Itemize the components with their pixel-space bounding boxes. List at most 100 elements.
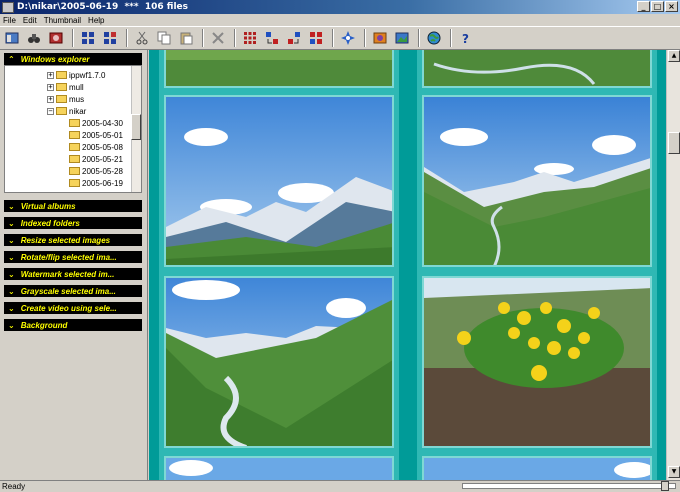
section-watermark[interactable]: ⌄ Watermark selected im... [4,268,142,280]
toolbar-separator [364,29,366,47]
maximize-button[interactable]: □ [651,1,664,12]
photo-button[interactable] [46,28,66,48]
menu-edit[interactable]: Edit [23,16,37,25]
scrollbar-thumb[interactable] [131,114,141,140]
mountain-river-image [166,278,392,446]
chevron-down-icon: ⌄ [8,303,15,313]
landscape-river-image [424,50,650,86]
chevron-down-icon: ⌄ [8,201,15,211]
window-controls: _ □ × [637,1,678,12]
tree-item[interactable]: + mus [47,94,84,104]
arrange-icon [310,32,322,44]
copy-button[interactable] [154,28,174,48]
folder-icon [56,83,67,91]
help-button[interactable]: ? [456,28,476,48]
toolbar-separator [418,29,420,47]
mountain-valley-image [166,97,392,265]
menu-file[interactable]: File [3,16,16,25]
tree-item[interactable]: + ippwf1.7.0 [47,70,105,80]
folder-icon [69,131,80,139]
tree-item[interactable]: + mull [47,82,84,92]
select-all-icon [244,32,256,44]
menu-bar: File Edit Thumbnail Help [0,14,680,26]
thumbnail[interactable] [422,50,652,88]
section-background[interactable]: ⌄ Background [4,319,142,331]
expand-icon[interactable]: + [47,83,54,91]
thumbnail[interactable] [422,456,652,480]
scrollbar-thumb[interactable] [668,132,680,154]
thumbnail[interactable] [164,50,394,88]
section-create-video[interactable]: ⌄ Create video using sele... [4,302,142,314]
gallery-scrollbar[interactable]: ▲ ▼ [666,50,680,480]
thumbnail[interactable] [164,276,394,448]
tree-item[interactable]: 2005-05-01 [69,130,123,140]
rotate-right-button[interactable] [284,28,304,48]
tree-item[interactable]: 2005-04-30 [69,118,123,128]
mountain-valley-image [424,97,650,265]
tree-item[interactable]: 2005-05-28 [69,166,123,176]
collapse-icon[interactable]: − [47,107,54,115]
expand-icon[interactable]: + [47,95,54,103]
chevron-up-icon: ⌃ [8,54,15,64]
open-folder-icon [56,107,67,115]
scroll-up-icon[interactable]: ▲ [668,50,680,62]
tree-scrollbar[interactable] [131,66,141,192]
paste-icon [180,32,193,45]
tree-item[interactable]: 2005-05-08 [69,142,123,152]
paste-button[interactable] [176,28,196,48]
explorer-button[interactable] [2,28,22,48]
cut-icon [136,31,148,45]
section-virtual-albums[interactable]: ⌄ Virtual albums [4,200,142,212]
minimize-button[interactable]: _ [637,1,650,12]
section-grayscale[interactable]: ⌄ Grayscale selected ima... [4,285,142,297]
chevron-down-icon: ⌄ [8,235,15,245]
scroll-down-icon[interactable]: ▼ [668,466,680,478]
status-text: Ready [2,482,26,491]
section-resize-images[interactable]: ⌄ Resize selected images [4,234,142,246]
grid-view-alt-button[interactable] [100,28,120,48]
slider-thumb[interactable] [661,481,669,491]
toolbar-separator [72,29,74,47]
toolbar-separator [202,29,204,47]
binoculars-icon [28,34,40,43]
rotate-left-button[interactable] [262,28,282,48]
folder-icon [69,119,80,127]
menu-help[interactable]: Help [88,16,104,25]
tree-item[interactable]: 2005-05-21 [69,154,123,164]
section-indexed-folders[interactable]: ⌄ Indexed folders [4,217,142,229]
image-icon [395,32,409,44]
tree-item[interactable]: 2005-06-19 [69,178,123,188]
folder-tree[interactable]: + ippwf1.7.0 + mull + mus − nikar 2005-0… [4,65,142,193]
grid-view-button[interactable] [78,28,98,48]
explorer-icon [5,32,19,44]
web-button[interactable] [424,28,444,48]
photo-icon [49,32,63,44]
menu-thumbnail[interactable]: Thumbnail [44,16,81,25]
grid-view-icon [82,32,94,44]
image-button[interactable] [392,28,412,48]
arrange-button[interactable] [306,28,326,48]
thumbnail[interactable] [422,95,652,267]
app-icon [2,1,14,13]
cut-button[interactable] [132,28,152,48]
toolbar-separator [450,29,452,47]
tree-item[interactable]: − nikar [47,106,86,116]
title-bar: D:\nikar\2005-06-19 *** 106 files _ □ × [0,0,680,14]
section-rotate-flip[interactable]: ⌄ Rotate/flip selected ima... [4,251,142,263]
settings-button[interactable] [338,28,358,48]
globe-icon [427,31,441,45]
select-all-button[interactable] [240,28,260,48]
close-button[interactable]: × [665,1,678,12]
thumbnail-size-slider[interactable] [462,481,676,491]
delete-button[interactable] [208,28,228,48]
expand-icon[interactable]: + [47,71,54,79]
sky-image [166,458,392,480]
thumbnail[interactable] [422,276,652,448]
thumbnail[interactable] [164,95,394,267]
slideshow-button[interactable] [370,28,390,48]
find-button[interactable] [24,28,44,48]
thumbnail[interactable] [164,456,394,480]
section-windows-explorer[interactable]: ⌃ Windows explorer [4,53,142,65]
thumbnail-gallery[interactable] [149,50,666,480]
folder-icon [56,71,67,79]
